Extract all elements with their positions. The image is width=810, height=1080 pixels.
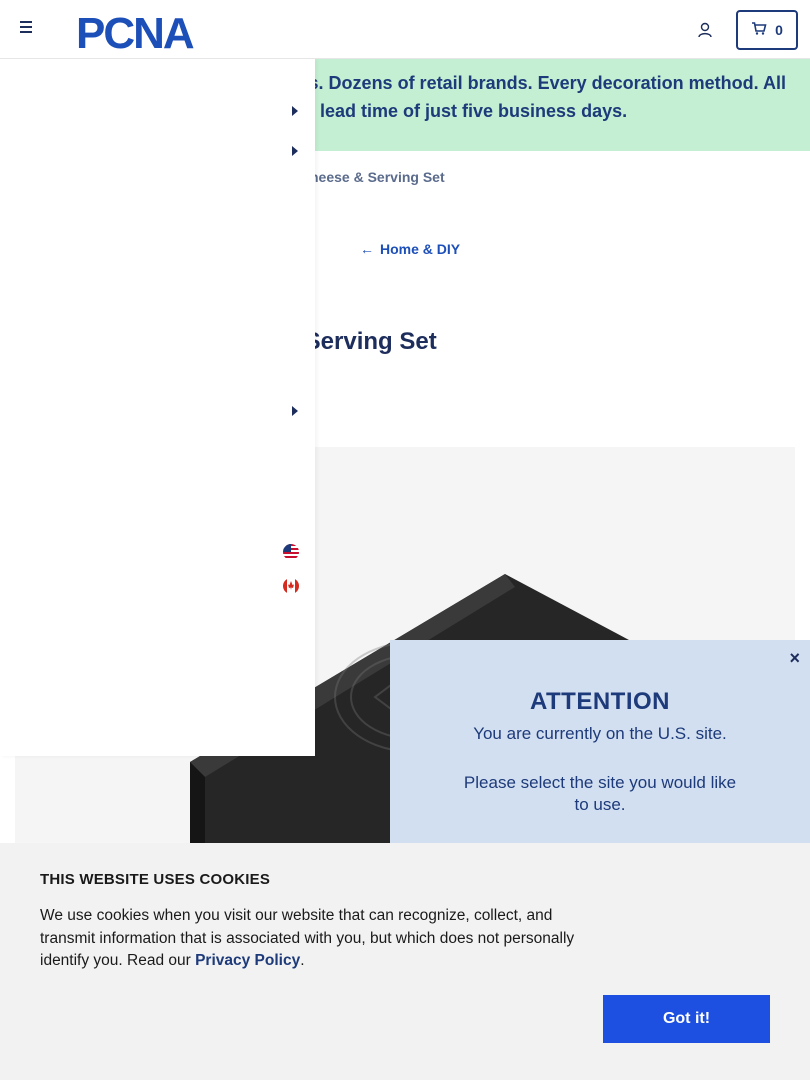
caret-right-icon[interactable]	[290, 144, 300, 156]
cart-button[interactable]: 0	[736, 10, 798, 50]
promo-line-2: lead time of just five business days.	[320, 101, 628, 121]
cookie-text-end: .	[300, 952, 305, 969]
attention-title: ATTENTION	[529, 688, 671, 715]
cart-icon	[751, 21, 767, 40]
cookie-title: THIS WEBSITE USES COOKIES	[40, 871, 271, 888]
canada-flag-icon[interactable]	[283, 578, 299, 594]
breadcrumb-current: heese & Serving Set	[310, 169, 445, 185]
site-header: PCNA 0	[0, 0, 810, 59]
arrow-left-icon: ←	[360, 241, 374, 257]
page: PCNA 0 s. Dozens of retail brands. Every…	[0, 0, 810, 1080]
site-attention-modal: × ATTENTION You are currently on the U.S…	[390, 640, 810, 850]
side-menu-drawer	[0, 59, 315, 756]
cookie-text-body: We use cookies when you visit our websit…	[40, 907, 575, 969]
us-flag-icon[interactable]	[283, 544, 299, 560]
privacy-policy-link[interactable]: Privacy Policy	[195, 952, 300, 969]
cart-count: 0	[775, 22, 783, 38]
cookie-banner: THIS WEBSITE USES COOKIES We use cookies…	[0, 843, 810, 1080]
attention-message: You are currently on the U.S. site.	[473, 724, 727, 743]
logo-text: PCNA	[76, 10, 194, 52]
promo-line-1: s. Dozens of retail brands. Every decora…	[308, 73, 786, 93]
caret-right-icon[interactable]	[290, 104, 300, 116]
close-icon[interactable]: ×	[789, 648, 800, 669]
user-icon[interactable]	[696, 21, 714, 39]
attention-prompt: Please select the site you would like to…	[463, 773, 737, 814]
back-link[interactable]: ← Home & DIY	[360, 241, 460, 257]
hamburger-icon[interactable]	[20, 21, 36, 37]
cookie-text: We use cookies when you visit our websit…	[40, 905, 610, 973]
back-link-label: Home & DIY	[380, 241, 461, 257]
pcna-logo[interactable]: PCNA	[76, 10, 226, 52]
accept-cookies-button[interactable]: Got it!	[603, 995, 770, 1043]
caret-right-icon[interactable]	[290, 404, 300, 416]
